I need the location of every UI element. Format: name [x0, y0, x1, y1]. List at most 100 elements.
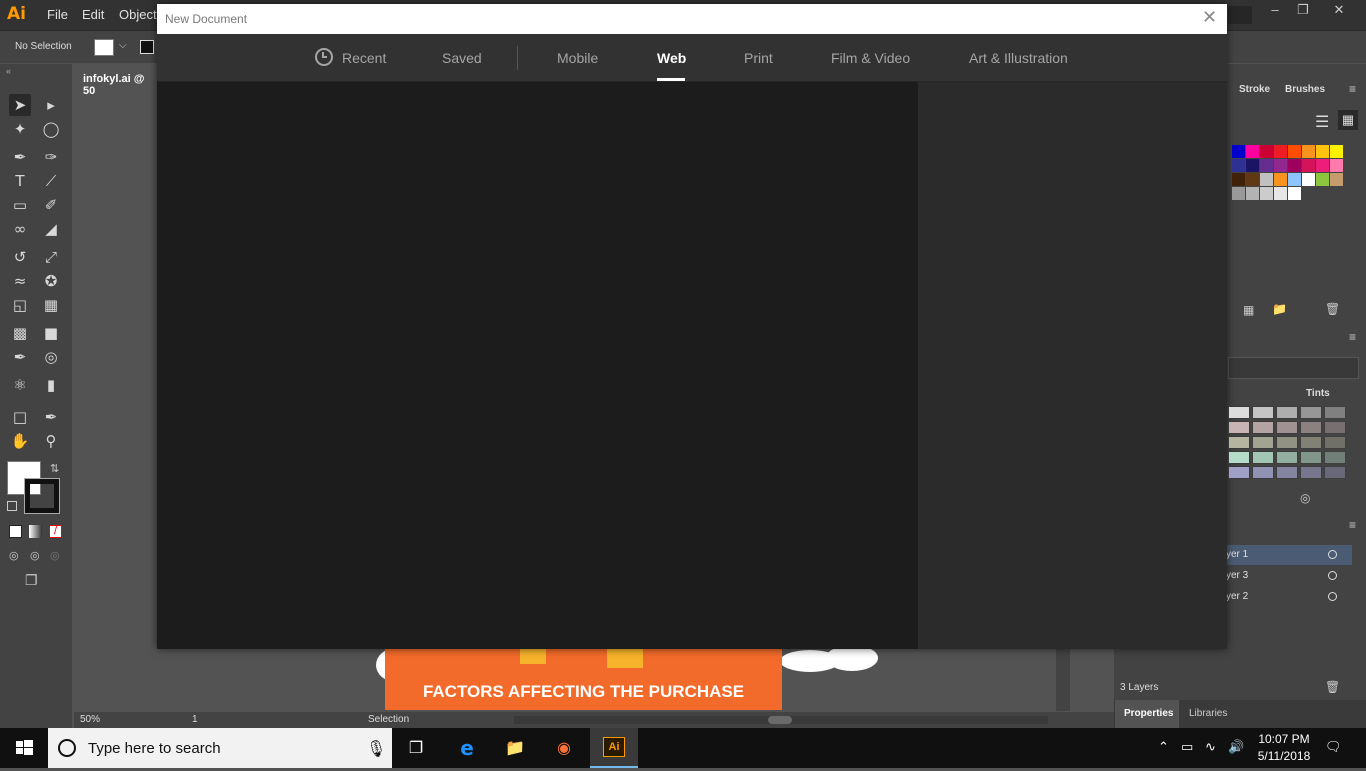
menu-edit[interactable]: Edit	[82, 7, 104, 22]
color-swatch[interactable]	[1316, 145, 1329, 158]
scale-tool-icon[interactable]: ⤢	[40, 246, 62, 268]
color-swatch[interactable]	[1316, 173, 1329, 186]
tab-libraries[interactable]: Libraries	[1189, 708, 1227, 719]
grid-view-icon[interactable]: ▦	[1338, 110, 1358, 130]
swap-colors-icon[interactable]: ⇅	[50, 462, 59, 475]
tint-swatch[interactable]	[1324, 406, 1346, 419]
color-wheel-icon[interactable]: ◎	[1300, 491, 1310, 505]
tint-swatch[interactable]	[1252, 406, 1274, 419]
tint-swatch[interactable]	[1252, 436, 1274, 449]
none-mode-icon[interactable]: /	[49, 525, 62, 538]
gradient-tool-icon[interactable]: ■	[40, 322, 62, 344]
tint-swatch[interactable]	[1228, 436, 1250, 449]
color-swatch[interactable]	[1260, 187, 1273, 200]
color-swatch[interactable]	[1330, 145, 1343, 158]
paintbrush-tool-icon[interactable]: ✐	[40, 194, 62, 216]
status-mode[interactable]: Selection	[368, 714, 409, 725]
tint-swatch[interactable]	[1276, 466, 1298, 479]
magic-wand-tool-icon[interactable]: ✦	[9, 118, 31, 140]
panel-menu-icon[interactable]: ≡	[1349, 518, 1356, 532]
new-swatch-icon[interactable]: ▦	[1243, 303, 1254, 317]
search-stock-field[interactable]	[1228, 6, 1252, 24]
color-swatch[interactable]	[1232, 145, 1245, 158]
tint-swatch[interactable]	[1324, 436, 1346, 449]
tint-swatch[interactable]	[1300, 421, 1322, 434]
delete-layer-icon[interactable]: 🗑	[1325, 680, 1340, 694]
mesh-tool-icon[interactable]: ▩	[9, 322, 31, 344]
wifi-icon[interactable]: ∿	[1205, 740, 1216, 755]
eraser-tool-icon[interactable]: ◢	[40, 218, 62, 240]
draw-inside-icon[interactable]: ◎	[50, 549, 60, 562]
color-swatch[interactable]	[1246, 187, 1259, 200]
tab-web[interactable]: Web	[657, 50, 686, 66]
direct-selection-tool-icon[interactable]: ▸	[40, 94, 62, 116]
layer-row[interactable]: yer 2	[1226, 587, 1352, 607]
minimize-button[interactable]: –	[1260, 2, 1290, 17]
type-tool-icon[interactable]: T	[9, 170, 31, 192]
menu-object[interactable]: Object	[119, 7, 157, 22]
document-tab[interactable]: infokyl.ai @ 50	[74, 66, 158, 97]
tint-swatch[interactable]	[1324, 421, 1346, 434]
hand-tool-icon[interactable]: ✋	[9, 430, 31, 452]
puppet-warp-tool-icon[interactable]: ✪	[40, 270, 62, 292]
color-swatch[interactable]	[1246, 159, 1259, 172]
tab-brushes[interactable]: Brushes	[1285, 84, 1325, 95]
tab-saved[interactable]: Saved	[442, 50, 482, 66]
tint-swatch[interactable]	[1324, 451, 1346, 464]
tint-swatch[interactable]	[1252, 421, 1274, 434]
clock[interactable]: 10:07 PM 5/11/2018	[1250, 731, 1318, 765]
chevron-down-icon[interactable]: ⌵	[119, 40, 127, 51]
battery-icon[interactable]: ▭	[1181, 740, 1193, 755]
tint-swatch[interactable]	[1300, 406, 1322, 419]
rotate-tool-icon[interactable]: ↺	[9, 246, 31, 268]
tint-swatch[interactable]	[1252, 451, 1274, 464]
target-icon[interactable]	[1328, 571, 1337, 580]
eyedropper-tool-icon[interactable]: ✒	[9, 346, 31, 368]
color-swatch[interactable]	[1302, 145, 1315, 158]
target-icon[interactable]	[1328, 592, 1337, 601]
gradient-mode-icon[interactable]	[29, 525, 42, 538]
selection-tool-icon[interactable]: ➤	[9, 94, 31, 116]
task-view-icon[interactable]: ❐	[404, 736, 428, 760]
color-swatch[interactable]	[1246, 173, 1259, 186]
file-explorer-icon[interactable]: 📁	[503, 736, 527, 760]
panel-menu-icon[interactable]: ≡	[1349, 330, 1356, 344]
color-swatch[interactable]	[1330, 159, 1343, 172]
color-swatch[interactable]	[1288, 173, 1301, 186]
curvature-tool-icon[interactable]: ✑	[40, 146, 62, 168]
symbol-sprayer-tool-icon[interactable]: ⚛	[9, 374, 31, 396]
color-swatch[interactable]	[1274, 173, 1287, 186]
line-tool-icon[interactable]: ⟋	[40, 170, 62, 192]
color-guide-dropdown[interactable]	[1228, 357, 1359, 379]
width-tool-icon[interactable]: ≈	[9, 270, 31, 292]
rectangle-tool-icon[interactable]: ▭	[9, 194, 31, 216]
column-graph-tool-icon[interactable]: ▮	[40, 374, 62, 396]
volume-icon[interactable]: 🔊	[1228, 740, 1244, 755]
artboard-tool-icon[interactable]: □	[9, 406, 31, 428]
action-center-icon[interactable]: 🗨	[1325, 740, 1342, 755]
tab-recent[interactable]: Recent	[342, 50, 386, 66]
color-swatch[interactable]	[1274, 145, 1287, 158]
color-swatch[interactable]	[1288, 187, 1301, 200]
stroke-color-swatch[interactable]	[140, 40, 154, 54]
draw-behind-icon[interactable]: ◎	[30, 549, 40, 562]
target-icon[interactable]	[1328, 550, 1337, 559]
tint-swatch[interactable]	[1324, 466, 1346, 479]
firefox-icon[interactable]: ◉	[552, 736, 576, 760]
color-swatch[interactable]	[1274, 187, 1287, 200]
close-window-button[interactable]: ✕	[1324, 2, 1354, 18]
tab-properties[interactable]: Properties	[1124, 708, 1173, 719]
color-mode-icon[interactable]	[9, 525, 22, 538]
tab-mobile[interactable]: Mobile	[557, 50, 598, 66]
color-swatch[interactable]	[1316, 159, 1329, 172]
shaper-tool-icon[interactable]: ∞	[9, 218, 31, 240]
color-swatch[interactable]	[1232, 187, 1245, 200]
menu-file[interactable]: File	[47, 7, 68, 22]
layer-row[interactable]: yer 3	[1226, 566, 1352, 586]
color-swatch[interactable]	[1260, 159, 1273, 172]
blend-tool-icon[interactable]: ◎	[40, 346, 62, 368]
zoom-tool-icon[interactable]: ⚲	[40, 430, 62, 452]
panel-menu-icon[interactable]: ≡	[1349, 82, 1356, 96]
stroke-color-box[interactable]	[24, 478, 60, 514]
color-swatch[interactable]	[1288, 145, 1301, 158]
